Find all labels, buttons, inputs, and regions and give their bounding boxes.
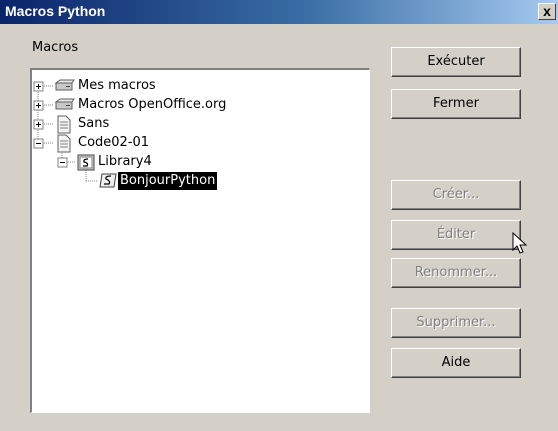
tree-node-mes-macros[interactable]: Mes macros bbox=[76, 77, 158, 95]
expander-sans[interactable] bbox=[33, 119, 44, 130]
tree-node-code02-01[interactable]: Code02-01 bbox=[76, 134, 151, 152]
script-icon bbox=[99, 173, 117, 188]
run-button[interactable]: Exécuter bbox=[391, 47, 521, 77]
mouse-pointer-icon bbox=[512, 232, 528, 254]
tree-node-macros-openoffice[interactable]: Macros OpenOffice.org bbox=[76, 96, 228, 114]
title-bar: Macros Python x bbox=[0, 0, 558, 24]
drive-icon bbox=[54, 98, 75, 110]
drive-icon bbox=[54, 79, 75, 91]
macros-section-label: Macros bbox=[32, 40, 79, 55]
delete-button[interactable]: Supprimer... bbox=[391, 308, 521, 338]
document-icon bbox=[57, 134, 71, 153]
close-window-button[interactable]: x bbox=[538, 3, 556, 20]
rename-button[interactable]: Renommer... bbox=[391, 258, 521, 288]
create-button[interactable]: Créer... bbox=[391, 180, 521, 210]
close-button[interactable]: Fermer bbox=[391, 89, 521, 119]
help-button[interactable]: Aide bbox=[391, 348, 521, 378]
expander-code02-01[interactable] bbox=[33, 138, 44, 149]
expander-macros-openoffice[interactable] bbox=[33, 100, 44, 111]
document-icon bbox=[57, 115, 71, 134]
library-icon bbox=[77, 154, 95, 171]
tree-node-library4[interactable]: Library4 bbox=[96, 153, 154, 171]
tree-node-bonjourpython[interactable]: BonjourPython bbox=[118, 172, 218, 190]
macro-tree[interactable]: Mes macros Macros OpenOffice.org Sans Co… bbox=[30, 68, 370, 413]
expander-mes-macros[interactable] bbox=[33, 81, 44, 92]
tree-node-sans[interactable]: Sans bbox=[76, 115, 111, 133]
expander-library4[interactable] bbox=[57, 157, 68, 168]
edit-button[interactable]: Éditer bbox=[391, 220, 521, 250]
window-title: Macros Python bbox=[5, 3, 106, 19]
